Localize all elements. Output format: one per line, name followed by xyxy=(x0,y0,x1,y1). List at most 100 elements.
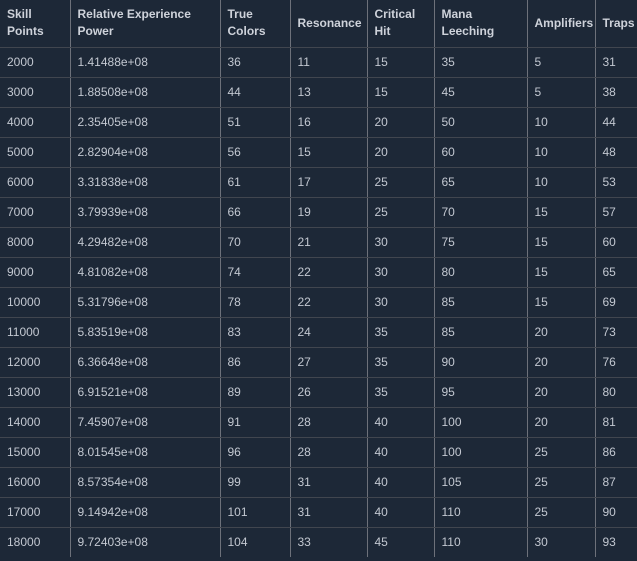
cell-mana_leeching: 100 xyxy=(434,407,528,438)
cell-relative_experience_power: 4.29482e+08 xyxy=(70,227,221,258)
cell-traps: 81 xyxy=(595,407,637,438)
cell-traps: 73 xyxy=(595,317,637,348)
cell-resonance: 31 xyxy=(290,497,368,528)
cell-traps: 48 xyxy=(595,137,637,168)
cell-relative_experience_power: 4.81082e+08 xyxy=(70,257,221,288)
cell-relative_experience_power: 8.01545e+08 xyxy=(70,437,221,468)
cell-skill_points: 5000 xyxy=(0,137,71,168)
table-row: 16000 8.57354e+08 99 31 40 105 25 87 xyxy=(0,467,637,498)
cell-resonance: 21 xyxy=(290,227,368,258)
column-header-critical-hit[interactable]: Critical Hit xyxy=(367,0,435,48)
table-row: 14000 7.45907e+08 91 28 40 100 20 81 xyxy=(0,407,637,438)
column-header-skill-points[interactable]: Skill Points xyxy=(0,0,71,48)
cell-true_colors: 61 xyxy=(220,167,291,198)
cell-relative_experience_power: 2.35405e+08 xyxy=(70,107,221,138)
cell-traps: 31 xyxy=(595,47,637,78)
cell-skill_points: 10000 xyxy=(0,287,71,318)
column-header-resonance[interactable]: Resonance xyxy=(290,0,368,48)
column-header-relative-experience-power[interactable]: Relative Experience Power xyxy=(70,0,221,48)
cell-mana_leeching: 45 xyxy=(434,77,528,108)
cell-amplifiers: 30 xyxy=(527,527,596,557)
cell-mana_leeching: 85 xyxy=(434,287,528,318)
cell-resonance: 19 xyxy=(290,197,368,228)
cell-traps: 44 xyxy=(595,107,637,138)
cell-true_colors: 99 xyxy=(220,467,291,498)
cell-critical_hit: 30 xyxy=(367,287,435,318)
cell-amplifiers: 20 xyxy=(527,407,596,438)
skill-progression-table: Skill Points Relative Experience Power T… xyxy=(0,0,637,557)
table-row: 13000 6.91521e+08 89 26 35 95 20 80 xyxy=(0,377,637,408)
cell-critical_hit: 45 xyxy=(367,527,435,557)
cell-mana_leeching: 105 xyxy=(434,467,528,498)
cell-resonance: 15 xyxy=(290,137,368,168)
cell-relative_experience_power: 9.14942e+08 xyxy=(70,497,221,528)
cell-true_colors: 78 xyxy=(220,287,291,318)
cell-traps: 53 xyxy=(595,167,637,198)
cell-traps: 60 xyxy=(595,227,637,258)
table-row: 5000 2.82904e+08 56 15 20 60 10 48 xyxy=(0,137,637,168)
cell-skill_points: 11000 xyxy=(0,317,71,348)
cell-true_colors: 70 xyxy=(220,227,291,258)
cell-mana_leeching: 50 xyxy=(434,107,528,138)
column-header-mana-leeching[interactable]: Mana Leeching xyxy=(434,0,528,48)
cell-resonance: 24 xyxy=(290,317,368,348)
cell-traps: 69 xyxy=(595,287,637,318)
cell-true_colors: 36 xyxy=(220,47,291,78)
cell-relative_experience_power: 6.91521e+08 xyxy=(70,377,221,408)
table-row: 12000 6.36648e+08 86 27 35 90 20 76 xyxy=(0,347,637,378)
cell-skill_points: 14000 xyxy=(0,407,71,438)
cell-resonance: 28 xyxy=(290,407,368,438)
cell-mana_leeching: 65 xyxy=(434,167,528,198)
cell-amplifiers: 15 xyxy=(527,287,596,318)
cell-skill_points: 6000 xyxy=(0,167,71,198)
cell-true_colors: 96 xyxy=(220,437,291,468)
cell-mana_leeching: 80 xyxy=(434,257,528,288)
cell-resonance: 28 xyxy=(290,437,368,468)
cell-skill_points: 3000 xyxy=(0,77,71,108)
cell-relative_experience_power: 5.83519e+08 xyxy=(70,317,221,348)
cell-traps: 80 xyxy=(595,377,637,408)
cell-relative_experience_power: 1.88508e+08 xyxy=(70,77,221,108)
table-row: 4000 2.35405e+08 51 16 20 50 10 44 xyxy=(0,107,637,138)
cell-skill_points: 15000 xyxy=(0,437,71,468)
cell-resonance: 31 xyxy=(290,467,368,498)
cell-critical_hit: 15 xyxy=(367,77,435,108)
cell-critical_hit: 15 xyxy=(367,47,435,78)
cell-mana_leeching: 100 xyxy=(434,437,528,468)
cell-relative_experience_power: 8.57354e+08 xyxy=(70,467,221,498)
cell-true_colors: 101 xyxy=(220,497,291,528)
table-row: 18000 9.72403e+08 104 33 45 110 30 93 xyxy=(0,527,637,557)
table-row: 9000 4.81082e+08 74 22 30 80 15 65 xyxy=(0,257,637,288)
cell-resonance: 13 xyxy=(290,77,368,108)
cell-mana_leeching: 60 xyxy=(434,137,528,168)
cell-mana_leeching: 110 xyxy=(434,497,528,528)
column-header-traps[interactable]: Traps xyxy=(595,0,637,48)
cell-skill_points: 17000 xyxy=(0,497,71,528)
cell-amplifiers: 10 xyxy=(527,167,596,198)
cell-amplifiers: 15 xyxy=(527,227,596,258)
table-header: Skill Points Relative Experience Power T… xyxy=(0,0,637,48)
cell-critical_hit: 25 xyxy=(367,167,435,198)
cell-mana_leeching: 70 xyxy=(434,197,528,228)
column-header-amplifiers[interactable]: Amplifiers xyxy=(527,0,596,48)
cell-traps: 90 xyxy=(595,497,637,528)
cell-skill_points: 4000 xyxy=(0,107,71,138)
table-header-row: Skill Points Relative Experience Power T… xyxy=(0,0,637,48)
cell-skill_points: 12000 xyxy=(0,347,71,378)
cell-critical_hit: 20 xyxy=(367,107,435,138)
cell-critical_hit: 35 xyxy=(367,317,435,348)
cell-amplifiers: 25 xyxy=(527,467,596,498)
cell-resonance: 26 xyxy=(290,377,368,408)
cell-resonance: 17 xyxy=(290,167,368,198)
cell-amplifiers: 25 xyxy=(527,497,596,528)
cell-resonance: 16 xyxy=(290,107,368,138)
cell-amplifiers: 20 xyxy=(527,317,596,348)
table-row: 3000 1.88508e+08 44 13 15 45 5 38 xyxy=(0,77,637,108)
cell-critical_hit: 30 xyxy=(367,257,435,288)
cell-skill_points: 7000 xyxy=(0,197,71,228)
cell-true_colors: 51 xyxy=(220,107,291,138)
cell-critical_hit: 40 xyxy=(367,497,435,528)
column-header-true-colors[interactable]: True Colors xyxy=(220,0,291,48)
cell-traps: 65 xyxy=(595,257,637,288)
cell-mana_leeching: 110 xyxy=(434,527,528,557)
